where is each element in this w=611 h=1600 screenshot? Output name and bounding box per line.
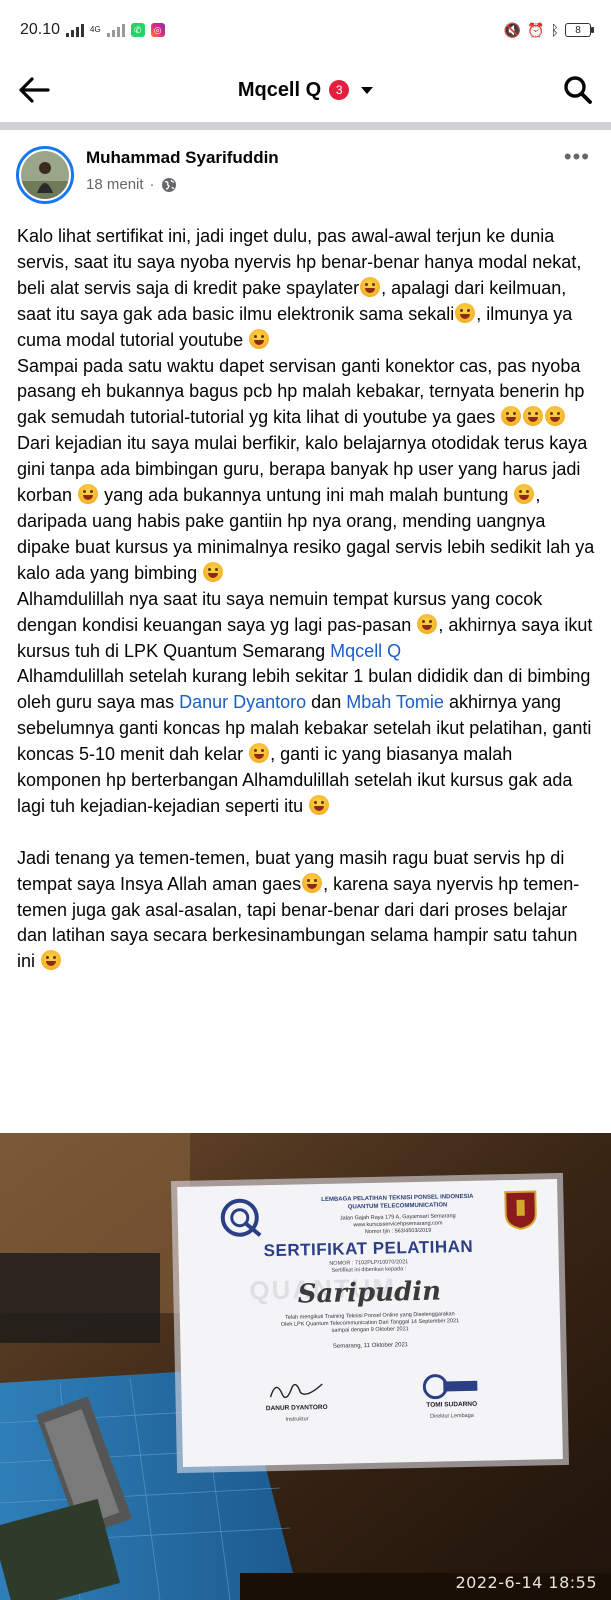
alarm-icon: ⏰ bbox=[527, 21, 545, 38]
avatar[interactable] bbox=[16, 146, 74, 204]
app-header: Mqcell Q 3 bbox=[0, 60, 611, 120]
whatsapp-icon: ✆ bbox=[130, 23, 145, 37]
certificate-org: LEMBAGA PELATIHAN TEKNISI PONSEL INDONES… bbox=[321, 1193, 474, 1211]
certificate-date: Semarang, 11 Oktober 2021 bbox=[332, 1342, 409, 1350]
page-switcher[interactable]: Mqcell Q 3 bbox=[58, 79, 553, 102]
paragraph: Jadi tenang ya temen-temen, buat yang ma… bbox=[17, 847, 580, 972]
battery-icon: 8 bbox=[565, 23, 594, 37]
mention-link[interactable]: Danur Dyantoro bbox=[179, 692, 306, 712]
mention-link[interactable]: Mbah Tomie bbox=[346, 692, 444, 712]
laughing-tears-emoji-icon bbox=[249, 328, 270, 349]
signer-role: Instruktur bbox=[285, 1416, 309, 1423]
section-divider bbox=[0, 122, 611, 130]
certificate-description: Telah mengikuti Training Teknisi Ponsel … bbox=[280, 1311, 460, 1334]
quantum-logo-icon bbox=[220, 1198, 262, 1237]
certificate-address: Jalan Gajah Raya 179 A, Gayamsari Semara… bbox=[339, 1213, 456, 1236]
author-name[interactable]: Muhammad Syarifuddin bbox=[86, 148, 279, 168]
paragraph: Alhamdulillah setelah kurang lebih sekit… bbox=[17, 666, 592, 816]
globe-icon bbox=[161, 177, 176, 192]
sweat-smile-emoji-icon bbox=[417, 613, 438, 634]
back-button[interactable] bbox=[18, 70, 58, 110]
smile-emoji-icon bbox=[41, 950, 62, 971]
status-bar: 20.10 4G ✆ ◎ 🔇 ⏰ ᛒ 8 bbox=[0, 0, 611, 60]
rofl-emoji-icon bbox=[523, 406, 544, 427]
status-right: 🔇 ⏰ ᛒ 8 bbox=[503, 21, 594, 39]
photo-timestamp: 2022-6-14 18:55 bbox=[455, 1573, 597, 1592]
paragraph: Sampai pada satu waktu dapet servisan ga… bbox=[17, 355, 585, 428]
rofl-emoji-icon bbox=[360, 276, 381, 297]
sweat-smile-emoji-icon bbox=[455, 302, 476, 323]
caret-down-icon bbox=[361, 86, 374, 94]
smile-emoji-icon bbox=[302, 872, 323, 893]
paragraph: Alhamdulillah nya saat itu saya nemuin t… bbox=[17, 588, 593, 661]
paragraph: Dari kejadian itu saya mulai berfikir, k… bbox=[17, 433, 595, 583]
grin-emoji-icon bbox=[203, 561, 224, 582]
laughing-tears-emoji-icon bbox=[514, 484, 535, 505]
status-time: 20.10 bbox=[20, 21, 61, 38]
post-text: Kalo lihat sertifikat ini, jadi inget du… bbox=[17, 224, 597, 975]
more-options-button[interactable]: ••• bbox=[564, 146, 590, 168]
notification-badge: 3 bbox=[329, 80, 350, 100]
network-type: 4G bbox=[90, 25, 101, 34]
signer-name: DANUR DYANTORO bbox=[265, 1403, 328, 1413]
grin-emoji-icon bbox=[309, 794, 330, 815]
sweat-smile-emoji-icon bbox=[249, 743, 270, 764]
signature-icon bbox=[269, 1383, 323, 1399]
certificate: LEMBAGA PELATIHAN TEKNISI PONSEL INDONES… bbox=[177, 1179, 563, 1467]
arrow-left-icon bbox=[19, 77, 50, 103]
paragraph: Kalo lihat sertifikat ini, jadi inget du… bbox=[17, 226, 582, 350]
avatar-photo bbox=[21, 151, 69, 199]
search-button[interactable] bbox=[553, 70, 593, 110]
page-title: Mqcell Q bbox=[237, 78, 322, 101]
stamp-logo-icon bbox=[422, 1374, 478, 1400]
signal-icon-2 bbox=[106, 23, 125, 37]
signal-icon bbox=[66, 23, 85, 37]
instagram-icon: ◎ bbox=[150, 23, 165, 37]
status-left: 20.10 4G ✆ ◎ bbox=[20, 21, 165, 39]
post-time[interactable]: 18 menit bbox=[86, 176, 144, 193]
bluetooth-icon: ᛒ bbox=[550, 22, 559, 38]
battery-level: 8 bbox=[575, 24, 581, 36]
certificate-recipient: Saripudin bbox=[297, 1276, 442, 1310]
post-photo[interactable]: LEMBAGA PELATIHAN TEKNISI PONSEL INDONES… bbox=[0, 1133, 611, 1600]
thinking-emoji-icon bbox=[78, 484, 99, 505]
post-meta: 18 menit · bbox=[86, 176, 177, 193]
rofl-emoji-icon bbox=[501, 406, 522, 427]
signer-name: TOMI SUDARNO bbox=[426, 1400, 478, 1409]
rofl-emoji-icon bbox=[545, 406, 566, 427]
mention-link[interactable]: Mqcell Q bbox=[330, 641, 401, 661]
search-icon bbox=[564, 76, 592, 104]
signer-role: Direktur Lembaga bbox=[430, 1412, 474, 1420]
post-header: Muhammad Syarifuddin 18 menit · ••• bbox=[16, 140, 596, 210]
mute-icon: 🔇 bbox=[503, 21, 522, 38]
